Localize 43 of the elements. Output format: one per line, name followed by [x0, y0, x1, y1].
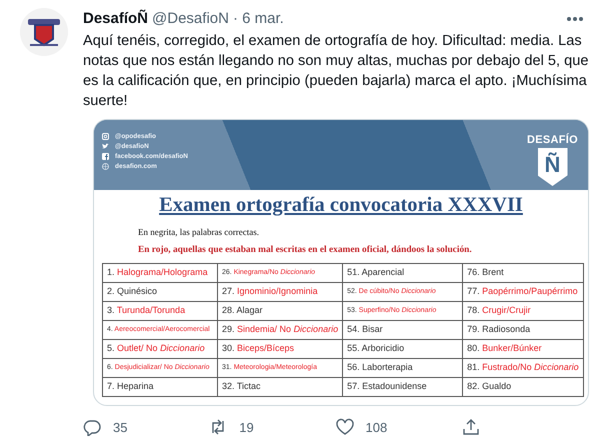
document-title: Examen ortografía convocatoria XXXVII — [159, 194, 523, 216]
bird-icon — [102, 143, 109, 150]
table-cell: 1. Halograma/Holograma — [102, 263, 218, 282]
table-cell: 3. Turunda/Torunda — [102, 301, 218, 320]
author-name[interactable]: DesafíoÑ — [83, 8, 148, 30]
share-icon[interactable] — [462, 418, 480, 436]
facebook-icon — [102, 153, 109, 160]
more-icon[interactable] — [566, 16, 584, 22]
table-cell: 76. Brent — [462, 263, 584, 282]
table-cell: 79. Radiosonda — [462, 320, 584, 340]
author-handle[interactable]: @DesafioN — [152, 8, 229, 30]
tweet-text: Aquí tenéis, corregido, el examen de ortografía de hoy. Dificultad: media. Las notas que nos están llegando no son muy altas, muchas por debajo del 5, que es la calificación que, en principio (pueden bajarla) marca el apto. ¡Muchísima suerte! — [83, 32, 590, 110]
heart-icon[interactable] — [336, 418, 354, 436]
logo-shield: Ñ — [538, 148, 568, 186]
table-cell: 32. Tictac — [218, 377, 343, 396]
table-cell: 7. Heparina — [102, 377, 218, 396]
table-cell: 27. Ignominio/Ignominia — [218, 282, 343, 302]
note-text: En negrita, las palabras correctas. — [138, 226, 260, 240]
table-cell: 81. Fustrado/No Diccionario — [462, 358, 584, 378]
action-count: 108 — [366, 418, 388, 436]
table-cell: 30. Biceps/Bíceps — [218, 339, 343, 358]
table-cell: 29. Sindemia/ No Diccionario — [218, 320, 343, 340]
globe-icon — [102, 163, 109, 170]
table-cell: 80. Bunker/Búnker — [462, 339, 584, 358]
table-cell: 2. Quinésico — [102, 282, 218, 302]
table-cell: 55. Arboricidio — [342, 339, 463, 358]
table-cell: 78. Crugir/Crujir — [462, 301, 584, 320]
action-count: 35 — [113, 418, 128, 436]
tweet-date[interactable]: · 6 mar. — [232, 8, 284, 30]
table-cell: 51. Aparencial — [342, 263, 463, 282]
instagram-icon — [102, 133, 109, 140]
table-cell: 5. Outlet/ No Diccionario — [102, 339, 218, 358]
table-cell: 56. Laborterapia — [342, 358, 463, 378]
note-text: En rojo, aquellas que estaban mal escritas en el examen oficial, dándoos la solución. — [138, 244, 473, 257]
logo-text: DESAFÍO — [527, 132, 578, 148]
reply-icon[interactable] — [83, 418, 101, 436]
table-cell: 54. Bisar — [342, 320, 463, 340]
table-cell: 28. Alagar — [218, 301, 343, 320]
table-cell: 57. Estadounidense — [342, 377, 463, 396]
action-count: 19 — [239, 418, 254, 436]
table-cell: 77. Paopérrimo/Paupérrimo — [462, 282, 584, 302]
table-cell: 82. Gualdo — [462, 377, 584, 396]
attached-document[interactable] — [93, 118, 589, 406]
